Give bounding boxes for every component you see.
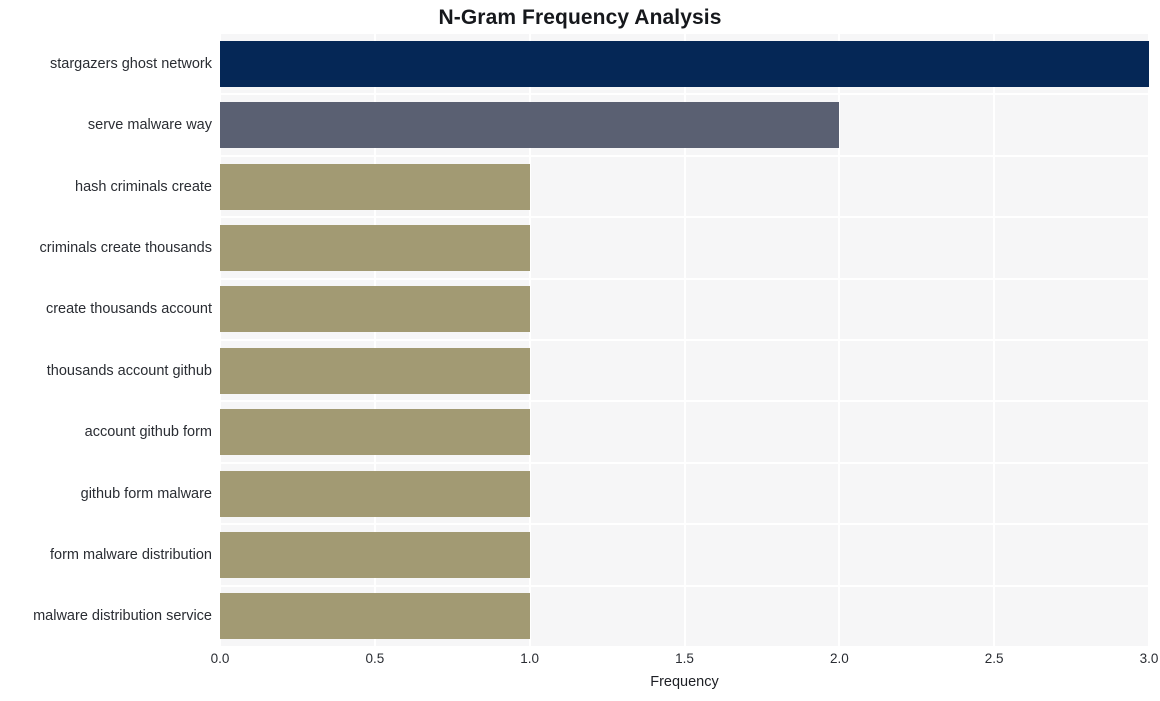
y-axis-tick-label: thousands account github xyxy=(46,362,212,379)
x-axis-tick-label: 1.5 xyxy=(675,651,694,666)
x-axis-tick-label: 0.0 xyxy=(210,651,230,666)
x-axis-tick-label: 3.0 xyxy=(1139,651,1159,666)
chart-figure: N-Gram Frequency Analysis stargazers gho… xyxy=(0,0,1160,701)
x-axis-tick-label: 2.5 xyxy=(984,651,1004,666)
x-axis-tick-label: 1.0 xyxy=(520,651,540,666)
bar xyxy=(220,347,530,394)
y-axis-tick-label: hash criminals create xyxy=(75,178,212,195)
x-axis-title: Frequency xyxy=(650,674,719,690)
bars-layer xyxy=(220,33,1149,647)
y-axis-tick-label: create thousands account xyxy=(45,301,212,318)
y-axis-tick-label: account github form xyxy=(84,424,212,441)
bar xyxy=(220,286,530,333)
bar xyxy=(220,224,530,271)
bar xyxy=(220,409,530,456)
y-axis-tick-label: malware distribution service xyxy=(33,608,212,625)
bar xyxy=(220,163,530,210)
y-axis-tick-label: form malware distribution xyxy=(50,546,212,563)
y-axis-tick-label: serve malware way xyxy=(87,117,212,134)
y-axis-tick-labels: stargazers ghost network serve malware wa… xyxy=(0,33,212,647)
bar xyxy=(220,531,530,578)
x-axis-tick-label: 0.5 xyxy=(365,651,385,666)
x-axis-tick-label: 2.0 xyxy=(829,651,849,666)
x-axis-tick-labels: 0.0 0.5 1.0 1.5 2.0 2.5 3.0 xyxy=(0,651,1160,673)
bar xyxy=(220,593,530,640)
bar xyxy=(220,40,1149,87)
chart-title: N-Gram Frequency Analysis xyxy=(438,6,722,29)
y-axis-tick-label: stargazers ghost network xyxy=(50,55,212,72)
bar xyxy=(220,470,530,517)
y-axis-tick-label: github form malware xyxy=(80,485,212,502)
y-axis-tick-label: criminals create thousands xyxy=(39,239,212,256)
plot-area xyxy=(219,32,1150,648)
bar xyxy=(220,102,840,149)
